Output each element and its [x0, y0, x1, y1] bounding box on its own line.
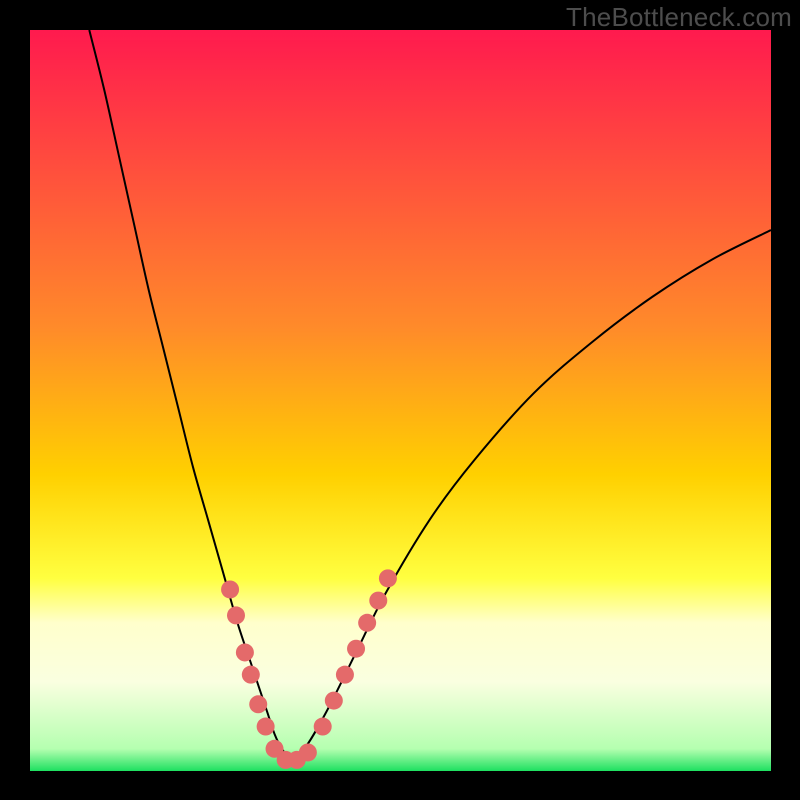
chart-svg: [30, 30, 771, 771]
highlight-dot: [358, 614, 376, 632]
gradient-background: [30, 30, 771, 771]
highlight-dot: [379, 569, 397, 587]
plot-area: [30, 30, 771, 771]
highlight-dot: [257, 718, 275, 736]
highlight-dot: [227, 606, 245, 624]
highlight-dot: [314, 718, 332, 736]
chart-frame: TheBottleneck.com: [0, 0, 800, 800]
highlight-dot: [249, 695, 267, 713]
watermark-text: TheBottleneck.com: [566, 2, 792, 33]
highlight-dot: [221, 580, 239, 598]
highlight-dot: [347, 640, 365, 658]
highlight-dot: [242, 666, 260, 684]
highlight-dot: [299, 743, 317, 761]
highlight-dot: [236, 643, 254, 661]
highlight-dot: [325, 692, 343, 710]
highlight-dot: [369, 592, 387, 610]
highlight-dot: [336, 666, 354, 684]
